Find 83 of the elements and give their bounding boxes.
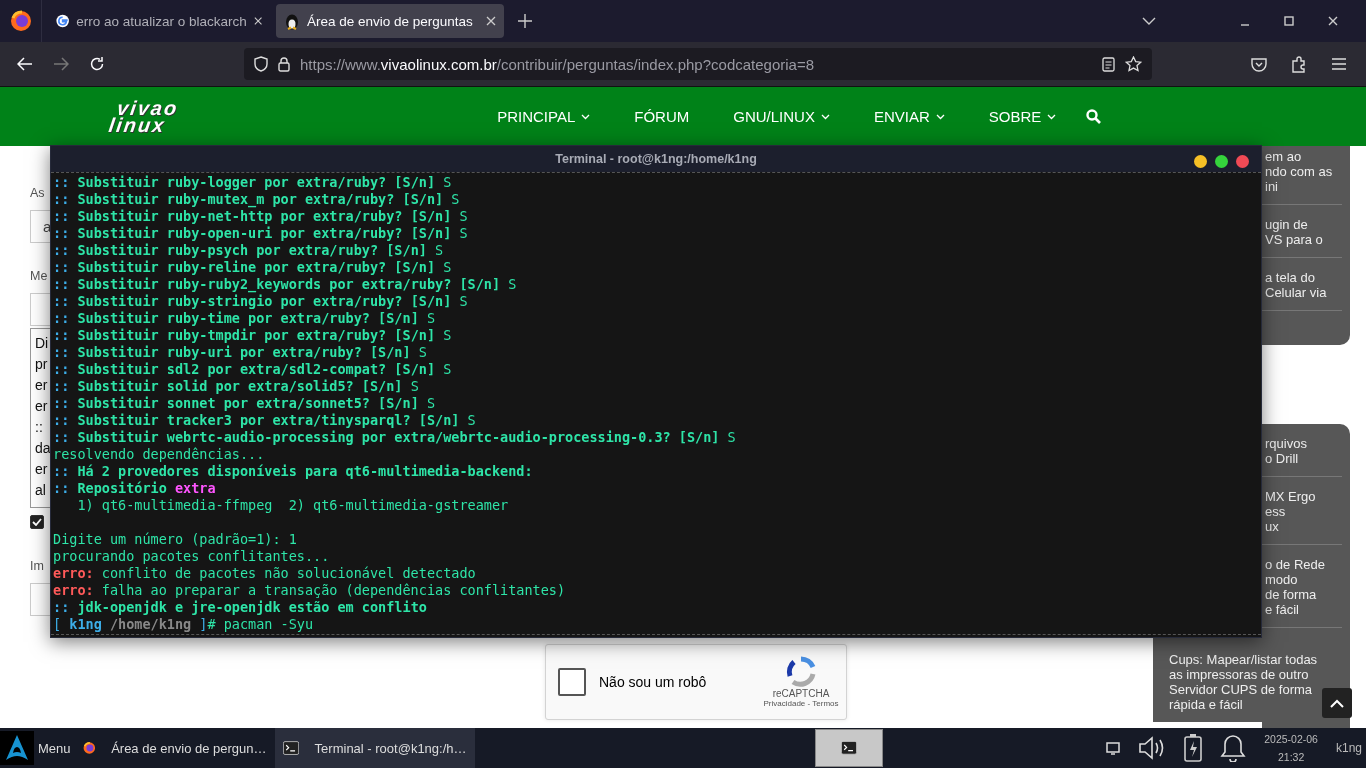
scroll-top-button[interactable] xyxy=(1322,688,1352,718)
bookmark-star-icon[interactable] xyxy=(1125,56,1142,72)
terminal-line: :: Há 2 provedores disponíveis para qt6-multimedia-backend: xyxy=(53,463,533,479)
tip-link[interactable]: Cups: Mapear/listar todas as impressoras de outro Servidor CUPS de forma rápida e fácil xyxy=(1153,638,1320,722)
chevron-icon[interactable] xyxy=(1142,17,1156,25)
firefox-icon xyxy=(9,10,32,32)
assistant-checkbox[interactable] xyxy=(30,515,44,529)
search-icon[interactable] xyxy=(1086,109,1102,124)
address-bar[interactable]: https://www.vivaolinux.com.br/contribuir/perguntas/index.php?codcategoria=8 xyxy=(244,48,1152,80)
terminal-line: :: Substituir sonnet por extra/sonnet5? [S/n] S xyxy=(53,395,436,411)
nav-link[interactable]: ENVIAR xyxy=(873,108,945,125)
terminal-line: :: Substituir ruby-ruby2_keywords por extra/ruby? [S/n] S xyxy=(53,276,517,292)
shield-icon xyxy=(254,56,268,72)
nav-link[interactable]: SOBRE xyxy=(988,108,1057,125)
new-tab-icon[interactable] xyxy=(518,14,532,28)
close-icon[interactable] xyxy=(486,16,496,26)
terminal-line: :: Substituir ruby-open-uri por extra/ruby? [S/n] S xyxy=(53,225,468,241)
url-text: https://www. xyxy=(300,55,381,73)
chevron-icon xyxy=(581,113,591,120)
terminal-line: :: Substituir ruby-uri por extra/ruby? [S/n] S xyxy=(53,344,427,360)
terminal-line: :: Substituir solid por extra/solid5? [S/n] S xyxy=(53,378,419,394)
nav-link[interactable]: GNU/LINUX xyxy=(733,108,830,125)
terminal-line: Digite um número (padrão=1): 1 xyxy=(53,531,297,547)
terminal-line: erro: conflito de pacotes não solucionável detectado xyxy=(53,565,476,581)
notification-icon[interactable] xyxy=(1106,741,1121,755)
captcha-links[interactable]: Privacidade - Termos xyxy=(763,699,839,708)
browser-tab[interactable]: erro ao atualizar o blackarch xyxy=(48,4,270,38)
recaptcha-icon xyxy=(785,656,817,688)
terminal-line: :: Repositório extra xyxy=(53,480,216,496)
taskbar-button[interactable]: Área de envio de pergun… xyxy=(74,728,275,768)
window-title: Terminal - root@k1ng:/home/k1ng xyxy=(555,152,757,166)
url-text: vivaolinux.com.br xyxy=(380,55,497,73)
close-icon[interactable] xyxy=(253,16,262,26)
clock[interactable]: 2025-02-06 21:32 xyxy=(1264,733,1318,763)
taskbar-button[interactable]: Terminal - root@k1ng:/h… xyxy=(274,728,475,768)
captcha-brand: reCAPTCHA xyxy=(772,688,830,699)
arch-logo-icon[interactable] xyxy=(0,731,34,765)
terminal-line: :: Substituir ruby-time por extra/ruby? [S/n] S xyxy=(53,310,436,326)
nav-link[interactable]: PRINCIPAL xyxy=(497,108,591,125)
terminal-line: :: Substituir ruby-tmpdir por extra/ruby? [S/n] S xyxy=(53,327,452,343)
maximize-button[interactable] xyxy=(1215,155,1228,168)
terminal-line: :: Substituir tracker3 por extra/tinysparql? [S/n] S xyxy=(53,412,476,428)
maximize-icon[interactable] xyxy=(1284,16,1294,26)
terminal-icon xyxy=(840,741,857,755)
terminal-line: :: Substituir ruby-mutex_m por extra/ruby? [S/n] S xyxy=(53,191,460,207)
terminal-line: procurando pacotes conflitantes... xyxy=(53,548,330,564)
workspace-pager[interactable] xyxy=(814,729,883,767)
user-name[interactable]: k1ng xyxy=(1335,741,1362,755)
arrow-up-icon xyxy=(1330,698,1344,708)
field-label: Me xyxy=(30,269,49,283)
bell-icon[interactable] xyxy=(1220,734,1247,762)
terminal-line: 1) qt6-multimedia-ffmpeg 2) qt6-multimedia-gstreamer xyxy=(76,497,509,513)
chevron-icon xyxy=(820,113,830,120)
terminal-line: :: Substituir sdl2 por extra/sdl2-compat? [S/n] S xyxy=(53,361,452,377)
penguin-icon xyxy=(284,12,300,30)
battery-icon[interactable] xyxy=(1184,734,1203,762)
chevron-icon xyxy=(935,113,945,120)
terminal-line: :: Substituir ruby-net-http por extra/ruby? [S/n] S xyxy=(53,208,468,224)
field-label: Im xyxy=(30,559,45,573)
terminal-line: :: Substituir ruby-stringio por extra/ruby? [S/n] S xyxy=(53,293,468,309)
terminal-line: :: Substituir ruby-reline por extra/ruby? [S/n] S xyxy=(53,259,452,275)
terminal-line: [ k1ng /home/k1ng ]# pacman -Syu xyxy=(53,616,314,632)
site-logo[interactable]: vivao linux xyxy=(107,99,180,134)
terminal-line: :: jdk-openjdk e jre-openjdk estão em conflito xyxy=(53,599,427,615)
terminal-line: erro: falha ao preparar a transação (dependências conflitantes) xyxy=(53,582,566,598)
field-label: As xyxy=(30,186,46,200)
lock-icon xyxy=(278,56,290,72)
google-icon xyxy=(56,13,70,29)
chevron-icon xyxy=(1047,113,1057,120)
close-icon[interactable] xyxy=(1328,16,1338,26)
url-text: /contribuir/perguntas/index.php?codcategoria=8 xyxy=(496,55,815,73)
terminal-line: :: Substituir ruby-logger por extra/ruby? [S/n] S xyxy=(53,174,452,190)
terminal-line: :: Substituir webrtc-audio-processing por extra/webrtc-audio-processing-0.3? [S/n] S xyxy=(53,429,736,445)
browser-tab[interactable]: Área de envio de perguntas xyxy=(276,4,504,38)
terminal-line: resolvendo dependências... xyxy=(53,446,265,462)
terminal-line: :: Substituir ruby-psych por extra/ruby? [S/n] S xyxy=(53,242,444,258)
menu-label[interactable]: Menu xyxy=(38,740,71,756)
captcha-checkbox[interactable] xyxy=(558,668,586,696)
nav-link[interactable]: FÓRUM xyxy=(634,108,690,125)
reader-view-icon[interactable] xyxy=(1102,56,1115,72)
close-button[interactable] xyxy=(1236,155,1249,168)
captcha-label: Não sou um robô xyxy=(599,674,708,690)
minimize-button[interactable] xyxy=(1194,155,1207,168)
